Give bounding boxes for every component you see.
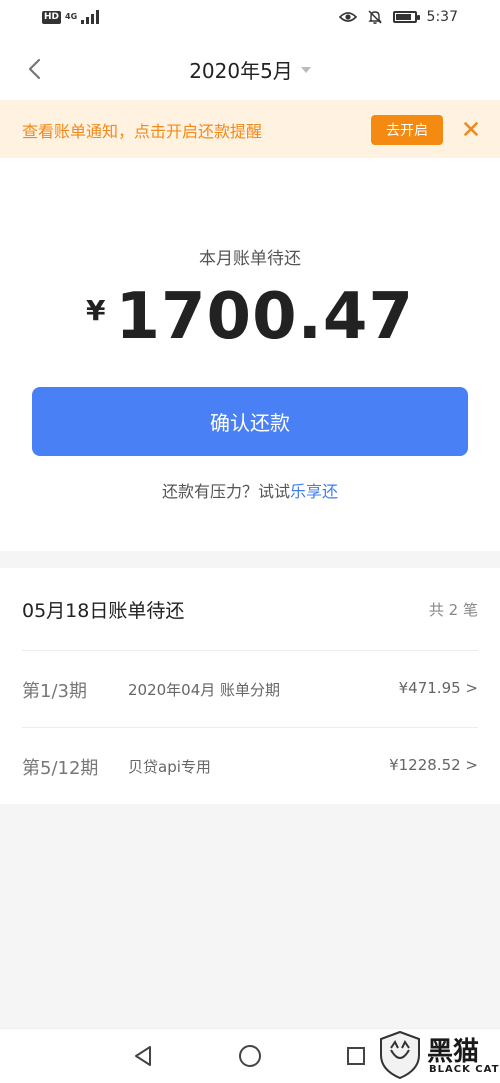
- cat-shield-icon: [380, 1030, 420, 1080]
- pressure-text: 还款有压力？试试: [161, 482, 290, 501]
- pressure-row: 还款有压力？试试乐享还: [0, 478, 500, 502]
- bill-header: 05月18日账单待还 共 2 笔: [0, 568, 500, 650]
- square-recents-icon: [347, 1047, 365, 1065]
- currency-symbol: ¥: [86, 294, 106, 327]
- status-bar: HD 4G 5:37: [0, 0, 500, 38]
- system-home-button[interactable]: [237, 1043, 263, 1069]
- battery-fill: [395, 14, 411, 20]
- notice-close-button[interactable]: [461, 118, 481, 140]
- watermark-subtitle: BLACK CAT: [429, 1064, 500, 1075]
- confirm-repayment-button[interactable]: 确认还款: [32, 387, 468, 456]
- row-description: 贝贷api专用: [128, 758, 211, 776]
- bill-title: 05月18日账单待还: [22, 600, 185, 622]
- black-cat-watermark: 黑猫 BLACK CAT: [375, 1028, 500, 1083]
- status-right: 5:37: [338, 9, 458, 25]
- row-amount: ¥1228.52 >: [389, 756, 478, 774]
- watermark-title: 黑猫: [427, 1037, 480, 1067]
- triangle-back-icon: [135, 1046, 151, 1066]
- hd-badge: HD: [42, 10, 62, 24]
- close-icon: [464, 122, 478, 136]
- bill-count: 共 2 笔: [428, 601, 478, 619]
- amount-row: ¥ 1700.47: [0, 280, 500, 354]
- month-picker[interactable]: 2020年5月: [0, 55, 500, 84]
- caret-down-icon: [300, 66, 311, 73]
- page-title: 2020年5月: [189, 59, 293, 83]
- bill-row[interactable]: 第1/3期 2020年04月 账单分期 ¥471.95 >: [0, 651, 500, 727]
- mute-bell-icon: [367, 10, 382, 24]
- battery-icon: [392, 11, 420, 23]
- nav-bar: 2020年5月: [0, 38, 500, 100]
- system-recents-button[interactable]: [343, 1043, 369, 1069]
- bill-card: 05月18日账单待还 共 2 笔 第1/3期 2020年04月 账单分期 ¥47…: [0, 568, 500, 804]
- clock: 5:37: [426, 9, 458, 25]
- status-left: HD 4G: [42, 10, 100, 24]
- notice-text: 查看账单通知，点击开启还款提醒: [22, 122, 263, 141]
- network-label: 4G: [65, 12, 78, 21]
- row-amount: ¥471.95 >: [398, 679, 478, 697]
- circle-home-icon: [239, 1045, 261, 1067]
- row-period: 第5/12期: [22, 758, 99, 779]
- system-back-button[interactable]: [130, 1043, 156, 1069]
- row-period: 第1/3期: [22, 681, 87, 702]
- repayment-summary: 本月账单待还 ¥ 1700.47 确认还款 还款有压力？试试乐享还: [0, 158, 500, 551]
- summary-label: 本月账单待还: [199, 249, 301, 269]
- eye-icon: [338, 12, 357, 22]
- row-description: 2020年04月 账单分期: [128, 681, 281, 699]
- installment-link[interactable]: 乐享还: [290, 482, 338, 501]
- amount-due: 1700.47: [115, 280, 414, 354]
- bill-row[interactable]: 第5/12期 贝贷api专用 ¥1228.52 >: [0, 728, 500, 804]
- signal-icon: [81, 10, 100, 24]
- enable-reminder-button[interactable]: 去开启: [371, 115, 443, 145]
